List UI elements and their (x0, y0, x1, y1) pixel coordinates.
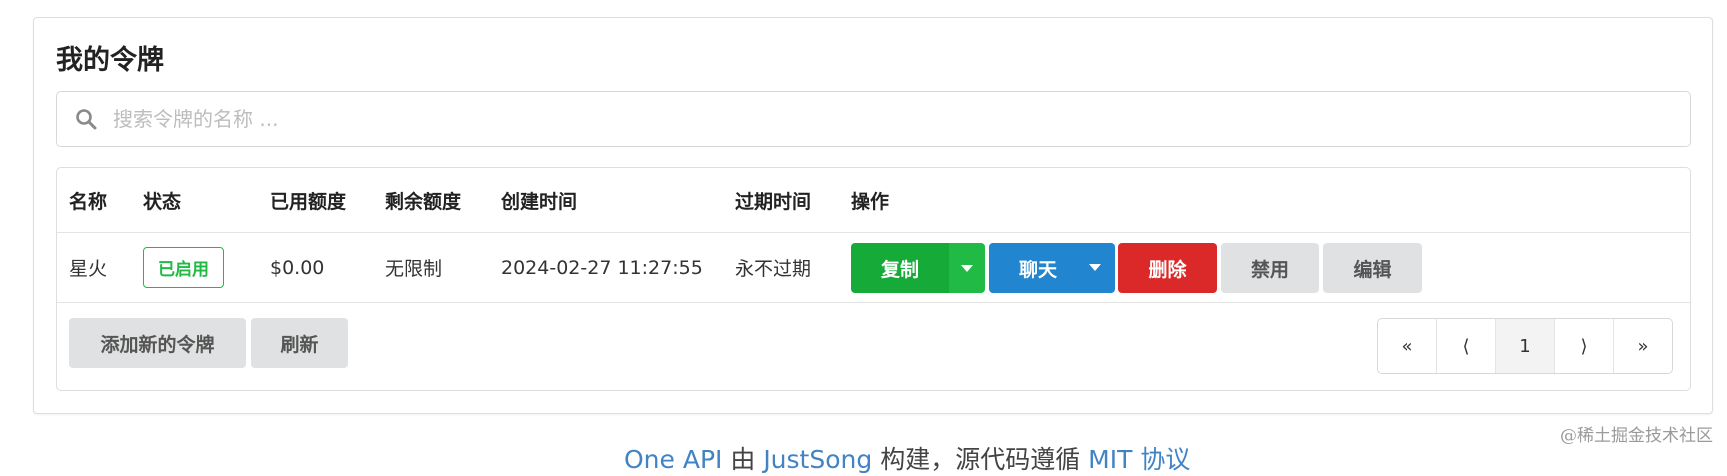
watermark: @稀土掘金技术社区 (1560, 426, 1713, 446)
page-footer: One API 由 JustSong 构建，源代码遵循 MIT 协议 (624, 440, 1190, 476)
token-created-time: 2024-02-27 11:27:55 (501, 256, 703, 279)
table-header: 名称 状态 已用额度 剩余额度 创建时间 过期时间 操作 (57, 168, 1690, 233)
delete-button[interactable]: 删除 (1118, 243, 1217, 293)
status-cell: 已启用 (143, 233, 224, 302)
header-used-quota: 已用额度 (270, 190, 347, 213)
chat-button-label: 聊天 (1019, 258, 1058, 281)
pagination-prev[interactable]: ⟨ (1437, 319, 1496, 373)
chevron-down-icon (961, 264, 973, 272)
footer-text: 由 (722, 445, 764, 474)
header-status: 状态 (143, 190, 182, 213)
chat-button[interactable]: 聊天 (989, 243, 1115, 293)
disable-button[interactable]: 禁用 (1221, 243, 1319, 293)
footer-author-link[interactable]: JustSong (763, 445, 872, 474)
copy-dropdown-button[interactable] (949, 243, 985, 293)
pagination-first[interactable]: « (1378, 319, 1437, 373)
search-box[interactable] (56, 91, 1691, 147)
edit-button[interactable]: 编辑 (1323, 243, 1422, 293)
copy-button[interactable]: 复制 (851, 243, 949, 293)
footer-project-link[interactable]: One API (624, 445, 722, 474)
token-remaining-quota: 无限制 (385, 258, 443, 280)
tokens-table: 名称 状态 已用额度 剩余额度 创建时间 过期时间 操作 星火 已启用 $0.0… (56, 167, 1691, 391)
header-expire-time: 过期时间 (735, 190, 812, 213)
search-icon (76, 109, 97, 130)
pagination-page-1[interactable]: 1 (1496, 319, 1555, 373)
token-name: 星火 (69, 258, 108, 280)
search-input[interactable] (113, 107, 1613, 131)
header-created-time: 创建时间 (501, 190, 578, 213)
header-remaining-quota: 剩余额度 (385, 190, 462, 213)
header-name: 名称 (69, 190, 108, 213)
footer-text: 构建，源代码遵循 (872, 445, 1089, 474)
pagination: « ⟨ 1 ⟩ » (1377, 318, 1673, 374)
tokens-card: 我的令牌 名称 状态 已用额度 剩余额度 创建时间 过期时间 操作 星火 已启用… (33, 17, 1713, 414)
page-title: 我的令牌 (56, 45, 164, 76)
chevron-down-icon (1089, 264, 1101, 271)
token-expire-time: 永不过期 (735, 258, 812, 280)
footer-license-link[interactable]: MIT 协议 (1088, 445, 1190, 474)
refresh-button[interactable]: 刷新 (251, 318, 348, 368)
token-used-quota: $0.00 (270, 256, 325, 279)
status-badge: 已启用 (143, 247, 224, 288)
table-row: 星火 已启用 $0.00 无限制 2024-02-27 11:27:55 永不过… (57, 233, 1690, 303)
add-token-button[interactable]: 添加新的令牌 (69, 318, 246, 368)
pagination-next[interactable]: ⟩ (1555, 319, 1614, 373)
header-actions: 操作 (851, 190, 890, 213)
pagination-last[interactable]: » (1614, 319, 1672, 373)
